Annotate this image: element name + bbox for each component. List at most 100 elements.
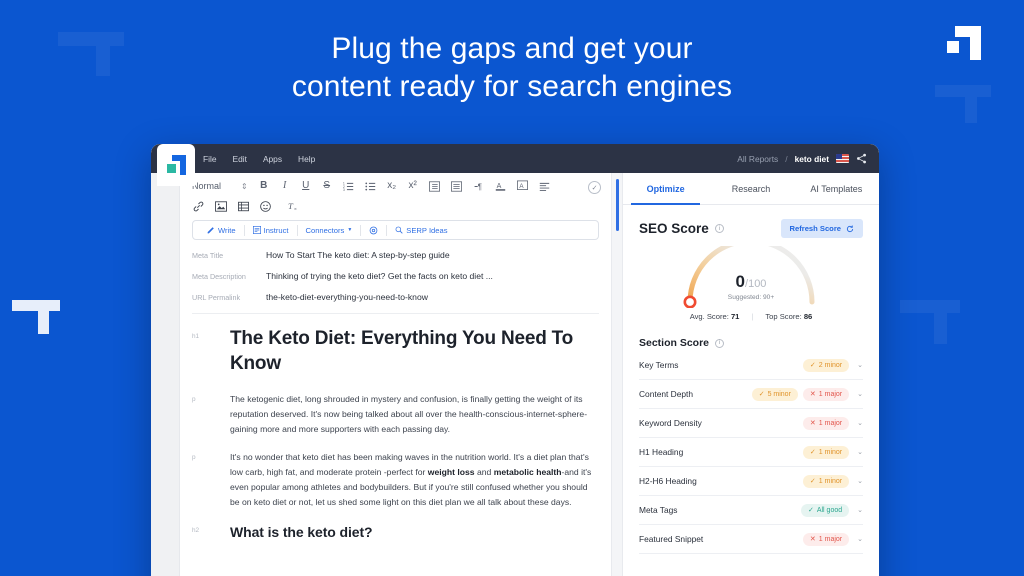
ai-instruct-button[interactable]: Instruct: [245, 226, 297, 235]
share-icon[interactable]: [856, 153, 867, 164]
info-icon[interactable]: i: [715, 338, 725, 348]
paragraph-style-select[interactable]: Normal ⇕: [192, 181, 248, 191]
block-h1[interactable]: h1 The Keto Diet: Everything You Need To…: [192, 326, 599, 376]
divider: |: [751, 312, 754, 321]
clear-format-icon[interactable]: T ×: [288, 200, 300, 212]
video-icon[interactable]: [238, 200, 249, 212]
section-row-label: Keyword Density: [639, 418, 702, 428]
section-row-keyword-density[interactable]: Keyword Density ✕ 1 major ⌄: [639, 409, 863, 438]
gauge-value-group: 0/100 Suggested: 90+: [639, 272, 863, 301]
chevron-down-icon[interactable]: ⌄: [857, 361, 863, 369]
highlight-icon[interactable]: A: [516, 180, 528, 192]
ai-write-button[interactable]: Write: [199, 226, 244, 235]
chevron-down-icon[interactable]: ⌄: [857, 477, 863, 485]
url-permalink-row[interactable]: URL Permalink the-keto-diet-everything-y…: [192, 292, 599, 302]
outdent-icon[interactable]: [428, 180, 440, 192]
align-icon[interactable]: [539, 180, 550, 192]
italic-icon[interactable]: I: [280, 180, 290, 192]
menu-item-file[interactable]: File: [203, 154, 217, 164]
tab-ai-templates[interactable]: AI Templates: [794, 173, 879, 204]
link-icon[interactable]: [193, 200, 204, 212]
info-icon[interactable]: i: [714, 224, 724, 233]
paragraph-2-bold2: metabolic health: [493, 467, 562, 477]
svg-text:¶: ¶: [477, 182, 481, 191]
gauge-score-line: 0/100: [639, 272, 863, 292]
bold-icon[interactable]: B: [259, 180, 269, 192]
image-icon[interactable]: [215, 200, 227, 212]
connectors-dropdown[interactable]: Connectors ▼: [298, 226, 361, 235]
emoji-icon[interactable]: [260, 200, 271, 212]
chevron-down-icon[interactable]: ⌄: [857, 506, 863, 514]
top-score: Top Score: 86: [765, 312, 812, 321]
gear-icon: [369, 226, 378, 234]
refresh-score-button[interactable]: Refresh Score: [780, 219, 863, 238]
subscript-icon[interactable]: x₂: [387, 180, 397, 192]
status-badge: ✓ 2 minor: [802, 358, 850, 372]
status-badge: ✓ 1 minor: [802, 474, 850, 488]
avg-score-value: 71: [730, 312, 740, 321]
section-row-label: H2-H6 Heading: [639, 476, 697, 486]
ai-write-label: Write: [218, 225, 236, 235]
serp-ideas-label: SERP Ideas: [406, 225, 448, 235]
score-comparison-row: Avg. Score: 71 | Top Score: 86: [639, 312, 863, 321]
indent-icon[interactable]: [450, 180, 462, 192]
url-permalink-value: the-keto-diet-everything-you-need-to-kno…: [266, 292, 428, 302]
bullet-list-icon[interactable]: [365, 180, 376, 192]
text-color-icon[interactable]: A: [495, 180, 506, 192]
document-content[interactable]: h1 The Keto Diet: Everything You Need To…: [192, 326, 599, 542]
chevron-down-icon: ▼: [347, 227, 353, 233]
paragraph-1: The ketogenic diet, long shrouded in mys…: [230, 394, 588, 434]
block-tag: p: [192, 396, 196, 403]
heading-h1: The Keto Diet: Everything You Need To Kn…: [230, 328, 574, 374]
heading-h2: What is the keto diet?: [230, 524, 373, 540]
app-logo-icon: [166, 155, 186, 175]
rtl-icon[interactable]: ¶: [473, 180, 484, 192]
left-rail: [151, 173, 180, 576]
underline-icon[interactable]: U: [301, 180, 311, 192]
us-flag-icon[interactable]: [836, 154, 849, 163]
block-paragraph[interactable]: p It's no wonder that keto diet has been…: [192, 450, 599, 510]
tab-research[interactable]: Research: [708, 173, 793, 204]
chevron-down-icon[interactable]: ⌄: [857, 419, 863, 427]
section-row-label: Featured Snippet: [639, 534, 704, 544]
breadcrumb-all-reports[interactable]: All Reports: [737, 154, 778, 164]
tab-optimize[interactable]: Optimize: [623, 173, 708, 205]
panel-divider: [611, 173, 623, 576]
section-row-meta-tags[interactable]: Meta Tags ✓ All good ⌄: [639, 496, 863, 525]
meta-title-row[interactable]: Meta Title How To Start The keto diet: A…: [192, 250, 599, 260]
ordered-list-icon[interactable]: 123: [343, 180, 354, 192]
section-score-list: Key Terms ✓ 2 minor ⌄ Content Depth ✓ 5 …: [639, 351, 863, 554]
background-watermark: [12, 300, 60, 334]
document-editor[interactable]: Normal ⇕ B I U S 123 x₂ x² ¶ A A T × ✓ W…: [180, 173, 611, 576]
seo-score-max: /100: [745, 278, 767, 290]
block-paragraph[interactable]: p The ketogenic diet, long shrouded in m…: [192, 392, 599, 437]
superscript-icon[interactable]: x²: [408, 180, 418, 192]
breadcrumb-separator: /: [785, 153, 788, 164]
menu-item-apps[interactable]: Apps: [263, 154, 282, 164]
section-score-title: Section Score i: [639, 337, 863, 349]
meta-description-row[interactable]: Meta Description Thinking of trying the …: [192, 271, 599, 281]
section-row-h2-h6-heading[interactable]: H2-H6 Heading ✓ 1 minor ⌄: [639, 467, 863, 496]
block-h2[interactable]: h2 What is the keto diet?: [192, 523, 599, 542]
ai-settings-button[interactable]: [361, 226, 386, 235]
check-circle-icon[interactable]: ✓: [588, 181, 601, 194]
serp-ideas-button[interactable]: SERP Ideas: [387, 226, 455, 235]
chevron-down-icon[interactable]: ⌄: [857, 390, 863, 398]
menu-bar: File Edit Apps Help: [203, 154, 315, 164]
section-row-label: Content Depth: [639, 389, 694, 399]
svg-text:3: 3: [343, 187, 345, 191]
menu-item-help[interactable]: Help: [298, 154, 315, 164]
section-row-h1-heading[interactable]: H1 Heading ✓ 1 minor ⌄: [639, 438, 863, 467]
strikethrough-icon[interactable]: S: [322, 180, 332, 192]
chevron-down-icon[interactable]: ⌄: [857, 535, 863, 543]
seo-score-header: SEO Score i Refresh Score: [639, 219, 863, 238]
top-score-value: 86: [803, 312, 813, 321]
section-row-key-terms[interactable]: Key Terms ✓ 2 minor ⌄: [639, 351, 863, 380]
status-badge: ✓ 1 minor: [802, 445, 850, 459]
section-row-featured-snippet[interactable]: Featured Snippet ✕ 1 major ⌄: [639, 525, 863, 554]
section-row-content-depth[interactable]: Content Depth ✓ 5 minor ✕ 1 major ⌄: [639, 380, 863, 409]
chevron-down-icon[interactable]: ⌄: [857, 448, 863, 456]
menu-item-edit[interactable]: Edit: [233, 154, 247, 164]
scrollbar-thumb[interactable]: [616, 179, 619, 231]
app-logo-tile[interactable]: [157, 144, 195, 186]
